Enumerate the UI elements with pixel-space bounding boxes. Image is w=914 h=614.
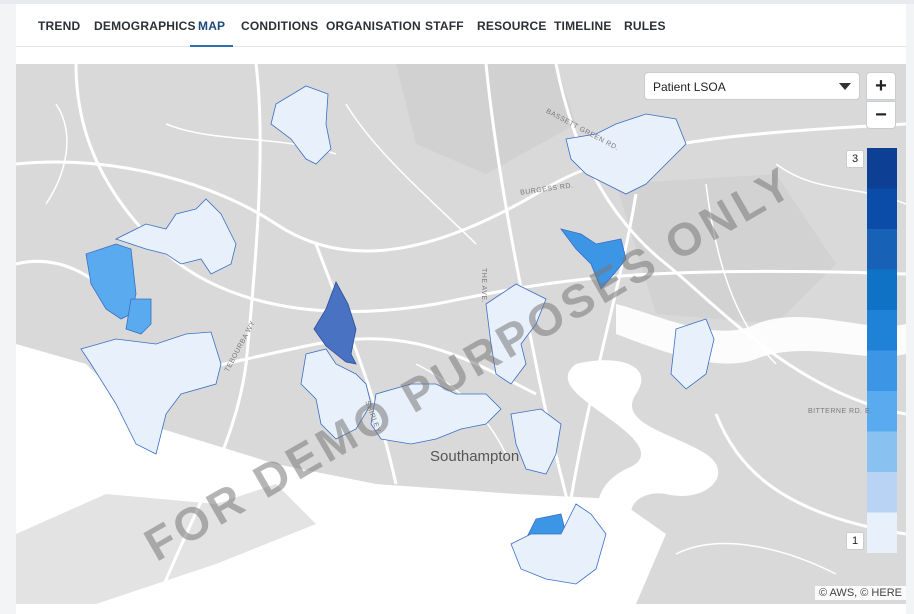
legend-step (867, 229, 897, 270)
tab-rules[interactable]: RULES (624, 4, 666, 46)
layer-select[interactable]: Patient LSOA (644, 72, 860, 100)
tab-staff[interactable]: STAFF (425, 4, 464, 46)
layer-select-value: Patient LSOA (653, 80, 726, 94)
legend-min-label: 1 (846, 532, 864, 550)
tab-trend[interactable]: TREND (38, 4, 80, 46)
tab-resource[interactable]: RESOURCE (477, 4, 547, 46)
chevron-down-icon (839, 83, 851, 90)
tab-organisation[interactable]: ORGANISATION (326, 4, 421, 46)
legend-step (867, 310, 897, 351)
color-legend (867, 148, 897, 553)
legend-step (867, 269, 897, 310)
zoom-in-button[interactable]: + (866, 72, 896, 100)
road-label-the-ave: THE AVE. (480, 268, 487, 303)
tab-conditions[interactable]: CONDITIONS (241, 4, 318, 46)
legend-step (867, 148, 897, 189)
city-label: Southampton (430, 448, 520, 465)
tab-bar: TREND DEMOGRAPHICS MAP CONDITIONS ORGANI… (16, 4, 906, 47)
legend-step (867, 472, 897, 513)
legend-step (867, 512, 897, 553)
legend-step (867, 188, 897, 229)
tab-map[interactable]: MAP (189, 4, 234, 47)
road-label-bitterne: BITTERNE RD. E. (808, 408, 873, 415)
zoom-out-button[interactable]: − (866, 101, 896, 129)
tab-timeline[interactable]: TIMELINE (554, 4, 612, 46)
map-attribution[interactable]: © AWS, © HERE (814, 586, 906, 600)
tab-demographics[interactable]: DEMOGRAPHICS (94, 4, 196, 46)
legend-step (867, 431, 897, 472)
legend-step (867, 350, 897, 391)
legend-max-label: 3 (846, 150, 864, 168)
